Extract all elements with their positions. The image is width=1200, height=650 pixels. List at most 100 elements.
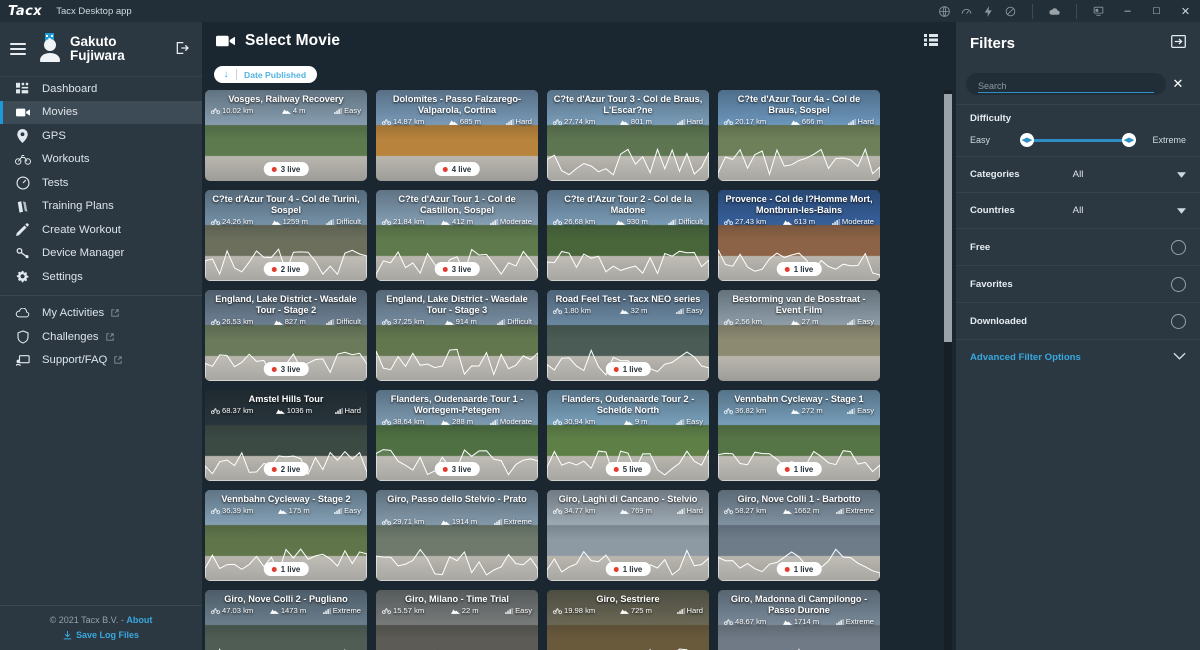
movie-card[interactable]: Amstel Hills Tour 68.37 km 1036 m Hard 2…	[205, 390, 367, 481]
cast-icon[interactable]	[1092, 5, 1105, 18]
sidebar-divider	[0, 294, 202, 296]
movie-card[interactable]: C?te d'Azur Tour 4 - Col de Turini, Sosp…	[205, 190, 367, 281]
categories-filter[interactable]: Categories All	[956, 156, 1200, 192]
movie-card[interactable]: Flanders, Oudenaarde Tour 2 - Schelde No…	[547, 390, 709, 481]
difficulty-stat: Moderate	[832, 217, 874, 226]
chevron-down-icon[interactable]	[1173, 352, 1186, 360]
movie-title: Dolomites - Passo Falzarego-Valparola, C…	[392, 94, 522, 115]
movie-card[interactable]: C?te d'Azur Tour 4a - Col de Braus, Sosp…	[718, 90, 880, 181]
signal-bars-icon	[490, 218, 498, 225]
signal-bars-icon	[334, 407, 343, 414]
downloaded-filter[interactable]: Downloaded	[956, 302, 1200, 339]
countries-filter[interactable]: Countries All	[956, 192, 1200, 228]
sidebar-item-create-workout[interactable]: Create Workout	[0, 218, 202, 242]
difficulty-value: Extreme	[503, 517, 532, 526]
movie-card[interactable]: Vosges, Railway Recovery 10.02 km 4 m Ea…	[205, 90, 367, 181]
movie-card[interactable]: Dolomites - Passo Falzarego-Valparola, C…	[376, 90, 538, 181]
movie-card[interactable]: Road Feel Test - Tacx NEO series 1.80 km…	[547, 290, 709, 381]
toolbar-divider-2	[1076, 3, 1077, 19]
sidebar-item-movies[interactable]: Movies	[0, 100, 202, 124]
movie-card[interactable]: C?te d'Azur Tour 2 - Col de la Madone 26…	[547, 190, 709, 281]
sidebar-item-challenges[interactable]: Challenges	[0, 325, 202, 349]
distance-value: 26.68 km	[564, 217, 596, 226]
free-filter[interactable]: Free	[956, 228, 1200, 265]
sidebar-item-device-manager[interactable]: Device Manager	[0, 242, 202, 266]
scrollbar-thumb[interactable]	[944, 94, 952, 342]
arrow-down-icon[interactable]: ↓	[216, 66, 236, 83]
movie-card[interactable]: Bestorming van de Bosstraat - Event Film…	[718, 290, 880, 381]
sidebar-item-workouts[interactable]: Workouts	[0, 148, 202, 172]
sidebar-item-tests[interactable]: Tests	[0, 171, 202, 195]
difficulty-stat: Difficult	[326, 317, 361, 326]
search-box[interactable]	[966, 73, 1166, 95]
sidebar-item-my-activities[interactable]: My Activities	[0, 302, 202, 326]
sort-by-date-published-button[interactable]: ↓ Date Published	[214, 66, 318, 83]
minimize-button[interactable]: –	[1113, 0, 1142, 22]
sidebar-item-settings[interactable]: Settings	[0, 265, 202, 289]
sidebar-item-gps[interactable]: GPS	[0, 124, 202, 148]
movie-card[interactable]: C?te d'Azur Tour 1 - Col de Castillon, S…	[376, 190, 538, 281]
list-view-icon[interactable]	[924, 34, 938, 46]
movie-card[interactable]: England, Lake District - Wasdale Tour - …	[205, 290, 367, 381]
movie-grid-scroll-area[interactable]: Vosges, Railway Recovery 10.02 km 4 m Ea…	[202, 90, 956, 650]
globe-icon[interactable]	[938, 5, 951, 18]
favorites-toggle[interactable]	[1171, 277, 1186, 292]
caret-down-icon[interactable]	[1177, 208, 1186, 214]
search-input[interactable]	[978, 81, 1154, 93]
elevation-value: 1914 m	[451, 517, 478, 526]
movie-title: C?te d'Azur Tour 4a - Col de Braus, Sosp…	[737, 94, 861, 115]
slider-knob-max[interactable]: ◀▶	[1122, 133, 1136, 147]
save-log-files-link[interactable]: Save Log Files	[0, 630, 202, 640]
collapse-panel-icon[interactable]	[1171, 35, 1186, 48]
movie-card[interactable]: Giro, Laghi di Cancano - Stelvio 34.77 k…	[547, 490, 709, 581]
close-icon[interactable]: ✕	[1166, 76, 1190, 92]
movie-card[interactable]: Giro, Madonna di Campilongo - Passo Duro…	[718, 590, 880, 650]
sidebar-item-training-plans[interactable]: Training Plans	[0, 195, 202, 219]
movie-card[interactable]: Flanders, Oudenaarde Tour 1 - Wortegem-P…	[376, 390, 538, 481]
difficulty-stat: Easy	[847, 406, 874, 415]
hamburger-icon[interactable]	[10, 40, 26, 57]
caret-down-icon[interactable]	[1177, 172, 1186, 178]
distance-value: 68.37 km	[222, 406, 254, 415]
downloaded-toggle[interactable]	[1171, 314, 1186, 329]
sidebar-item-dashboard[interactable]: Dashboard	[0, 77, 202, 101]
movie-card[interactable]: Giro, Passo dello Stelvio - Prato 29.71 …	[376, 490, 538, 581]
sidebar-item-support-faq[interactable]: Support/FAQ	[0, 349, 202, 373]
advanced-filter-options[interactable]: Advanced Filter Options	[956, 339, 1200, 375]
movie-card[interactable]: Giro, Milano - Time Trial 15.57 km 22 m …	[376, 590, 538, 650]
movie-meta: 26.68 km 930 m Difficult	[553, 217, 703, 226]
movie-card[interactable]: C?te d'Azur Tour 3 - Col de Braus, L'Esc…	[547, 90, 709, 181]
satellite-icon[interactable]	[1004, 5, 1017, 18]
slider-knob-min[interactable]: ◀▶	[1020, 133, 1034, 147]
close-button[interactable]: ✕	[1171, 0, 1200, 22]
movie-card[interactable]: Provence - Col de l?Homme Mort, Montbrun…	[718, 190, 880, 281]
about-link[interactable]: About	[126, 615, 152, 625]
movie-card[interactable]: Vennbahn Cycleway - Stage 2 36.39 km 175…	[205, 490, 367, 581]
difficulty-stat: Extreme	[322, 606, 361, 615]
difficulty-value: Difficult	[336, 217, 362, 226]
movie-card[interactable]: Vennbahn Cycleway - Stage 1 36.82 km 272…	[718, 390, 880, 481]
bolt-icon[interactable]	[982, 5, 995, 18]
difficulty-slider[interactable]: ◀▶ ◀▶	[1020, 133, 1136, 147]
movie-meta: 30.94 km 9 m Easy	[553, 417, 703, 426]
logout-icon[interactable]	[174, 40, 190, 56]
bicycle-icon	[724, 407, 733, 414]
difficulty-value: Difficult	[507, 317, 532, 326]
movie-card[interactable]: Giro, Nove Colli 2 - Pugliano 47.03 km 1…	[205, 590, 367, 650]
avatar[interactable]	[36, 33, 64, 64]
movie-title: Giro, Nove Colli 1 - Barbotto	[737, 494, 861, 504]
mountain-icon	[441, 419, 451, 425]
movie-card[interactable]: Giro, Nove Colli 1 - Barbotto 58.27 km 1…	[718, 490, 880, 581]
movie-card[interactable]: Giro, Sestriere 19.98 km 725 m Hard	[547, 590, 709, 650]
distance-value: 15.57 km	[393, 606, 425, 615]
favorites-filter[interactable]: Favorites	[956, 265, 1200, 302]
maximize-button[interactable]: □	[1142, 0, 1171, 22]
movie-title: C?te d'Azur Tour 4 - Col de Turini, Sosp…	[212, 194, 360, 215]
bicycle-icon	[724, 218, 733, 225]
free-toggle[interactable]	[1171, 240, 1186, 255]
movie-card[interactable]: England, Lake District - Wasdale Tour - …	[376, 290, 538, 381]
distance-stat: 21.84 km	[382, 217, 424, 226]
wrench-icon	[14, 246, 31, 260]
cloud-icon[interactable]	[1048, 5, 1061, 18]
gauge-icon[interactable]	[960, 5, 973, 18]
